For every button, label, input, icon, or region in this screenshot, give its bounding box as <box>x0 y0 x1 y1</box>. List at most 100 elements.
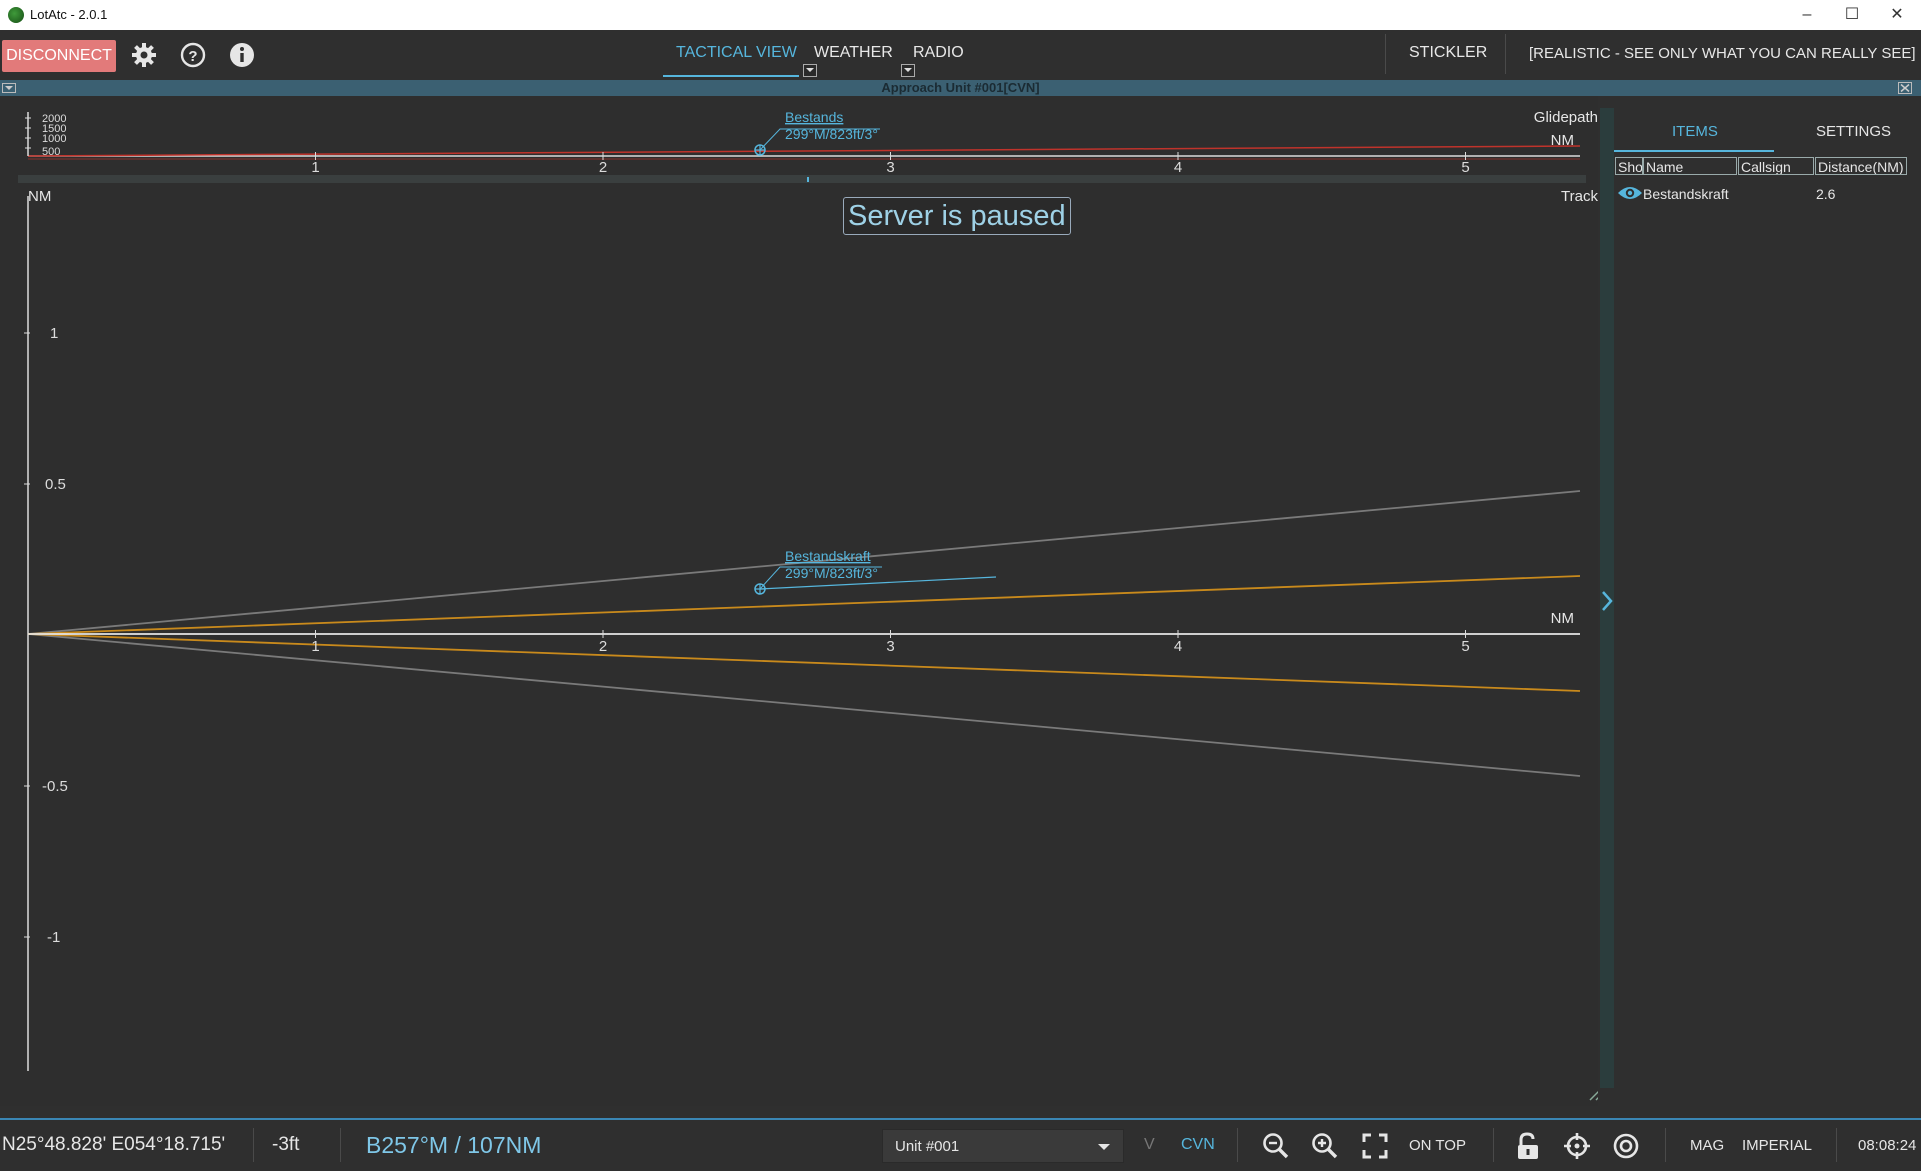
cvn-toggle[interactable]: CVN <box>1181 1136 1215 1154</box>
unlock-icon[interactable] <box>1514 1132 1542 1160</box>
approach-unit-title: Approach Unit #001[CVN] <box>881 80 1040 95</box>
cone-inner-upper-line <box>27 575 1581 635</box>
cursor-coordinates: N25°48.828' E054°18.715' <box>2 1134 226 1155</box>
chevron-right-icon[interactable] <box>1600 590 1614 612</box>
info-icon[interactable] <box>228 41 256 69</box>
toolbar-divider <box>1385 34 1386 74</box>
glidepath-y-axis: 2000 1500 1000 500 <box>25 112 66 158</box>
row-name-cell: Bestandskraft <box>1643 186 1729 202</box>
column-header-callsign[interactable]: Callsign <box>1738 157 1814 175</box>
bearing-range-readout: B257°M / 107NM <box>366 1132 542 1158</box>
minimize-button[interactable]: – <box>1786 4 1828 26</box>
glidepath-x-tick-label: 3 <box>886 159 894 176</box>
track-x-tick-label: 4 <box>1174 638 1182 655</box>
glidepath-x-tick-label: 5 <box>1461 159 1469 176</box>
tab-items[interactable]: ITEMS <box>1672 123 1718 140</box>
row-distance-cell: 2.6 <box>1816 186 1836 202</box>
close-button[interactable]: ✕ <box>1876 4 1918 26</box>
tab-settings[interactable]: SETTINGS <box>1816 123 1891 140</box>
tab-weather[interactable]: WEATHER <box>814 44 893 62</box>
maximize-button[interactable]: ☐ <box>1831 4 1873 26</box>
approach-plot-area[interactable]: 2000 1500 1000 500 1 2 3 4 5 Glidepath NM Be… <box>0 96 1598 1106</box>
track-y-unit: NM <box>28 188 51 205</box>
track-y-tick-label: 0.5 <box>45 476 66 493</box>
status-bar: N25°48.828' E054°18.715' -3ft B257°M / 1… <box>0 1118 1921 1171</box>
track-x-tick-label: 5 <box>1461 638 1469 655</box>
column-header-show[interactable]: Sho <box>1615 157 1643 175</box>
column-header-name[interactable]: Name <box>1643 157 1737 175</box>
clock: 08:08:24 <box>1858 1137 1917 1154</box>
crosshair-icon[interactable] <box>1563 1132 1591 1160</box>
track-y-tick-label: 1 <box>50 325 58 342</box>
cone-inner-lower-line <box>27 633 1581 692</box>
target-center-icon[interactable] <box>1612 1132 1640 1160</box>
track-title: Track <box>1561 188 1598 205</box>
glidepath-line <box>27 145 1581 157</box>
tab-tactical-view[interactable]: TACTICAL VIEW <box>676 44 797 62</box>
side-panel <box>1614 108 1914 1088</box>
glidepath-chart: 2000 1500 1000 500 1 2 3 4 5 Glidepath NM Be… <box>25 109 1598 176</box>
cone-outer-lower-line <box>27 633 1581 777</box>
approach-unit-header: Approach Unit #001[CVN] <box>0 80 1921 96</box>
glidepath-axis-unit: NM <box>1551 132 1574 149</box>
status-divider <box>1836 1128 1837 1162</box>
disconnect-button[interactable]: DISCONNECT <box>2 40 116 72</box>
glidepath-title: Glidepath <box>1534 109 1598 126</box>
realism-mode-label[interactable]: [REALISTIC - SEE ONLY WHAT YOU CAN REALL… <box>1529 45 1916 62</box>
resize-grip-icon <box>1589 1090 1598 1101</box>
toolbar-divider <box>1505 34 1506 74</box>
v-toggle[interactable]: V <box>1144 1136 1155 1154</box>
tab-radio[interactable]: RADIO <box>913 44 964 62</box>
track-x-tick-label: 2 <box>599 638 607 655</box>
unit-select-value: Unit #001 <box>895 1138 960 1155</box>
track-aircraft-marker: Bestandskraft 299°M/823ft/3° <box>754 548 997 595</box>
track-aircraft-info: 299°M/823ft/3° <box>785 565 878 581</box>
track-x-tick-label: 3 <box>886 638 894 655</box>
status-divider <box>1665 1128 1666 1162</box>
on-top-toggle[interactable]: ON TOP <box>1409 1137 1466 1154</box>
help-icon[interactable]: ? <box>179 41 207 69</box>
status-divider <box>1237 1128 1238 1162</box>
zoom-in-icon[interactable] <box>1311 1132 1339 1160</box>
column-header-distance[interactable]: Distance(NM) <box>1815 157 1907 175</box>
fullscreen-icon[interactable] <box>1361 1132 1389 1160</box>
tactical-view-dropdown-icon[interactable] <box>803 64 817 77</box>
status-divider <box>340 1128 341 1162</box>
glidepath-x-tick-label: 4 <box>1174 159 1182 176</box>
weather-dropdown-icon[interactable] <box>901 64 915 77</box>
track-chart: NM Track 1 0.5 -0.5 -1 NM 1 2 3 4 5 Bestands… <box>24 188 1598 1071</box>
chevron-down-icon <box>1098 1144 1110 1150</box>
status-divider <box>253 1128 254 1162</box>
close-panel-icon[interactable] <box>1898 82 1912 94</box>
glidepath-x-tick-label: 2 <box>599 159 607 176</box>
track-y-tick-label: -1 <box>47 929 60 946</box>
stickler-button[interactable]: STICKLER <box>1409 44 1487 62</box>
window-title-bar: LotAtc - 2.0.1 – ☐ ✕ <box>0 0 1921 30</box>
track-x-tick-label: 1 <box>311 638 319 655</box>
track-y-tick-label: -0.5 <box>42 778 68 795</box>
active-side-tab-indicator <box>1614 150 1774 152</box>
svg-text:?: ? <box>188 48 197 65</box>
units-toggle[interactable]: IMPERIAL <box>1742 1137 1812 1154</box>
side-panel-toggle-strip[interactable] <box>1600 108 1614 1088</box>
glidepath-y-tick-label: 500 <box>42 146 60 158</box>
main-toolbar: DISCONNECT ? TACTICAL VIEW WEATHER RADIO… <box>0 30 1921 82</box>
glidepath-aircraft-name: Bestands <box>785 109 843 125</box>
status-divider <box>1493 1128 1494 1162</box>
server-paused-banner: Server is paused <box>843 197 1071 235</box>
active-tab-indicator <box>663 75 799 77</box>
zoom-out-icon[interactable] <box>1262 1132 1290 1160</box>
window-title: LotAtc - 2.0.1 <box>30 7 108 22</box>
panel-splitter <box>18 175 1586 183</box>
mag-toggle[interactable]: MAG <box>1690 1137 1724 1154</box>
glidepath-aircraft-marker: Bestands 299°M/823ft/3° <box>754 109 880 156</box>
glidepath-x-tick-label: 1 <box>311 159 319 176</box>
glidepath-aircraft-info: 299°M/823ft/3° <box>785 126 878 142</box>
eye-icon[interactable] <box>1617 184 1643 202</box>
glidepath-y-tick-label: 1000 <box>42 133 66 145</box>
unit-select[interactable]: Unit #001 <box>882 1129 1124 1163</box>
cursor-altitude: -3ft <box>272 1134 300 1155</box>
track-x-unit: NM <box>1551 610 1574 627</box>
app-logo-icon <box>8 7 24 23</box>
gear-icon[interactable] <box>130 41 158 69</box>
